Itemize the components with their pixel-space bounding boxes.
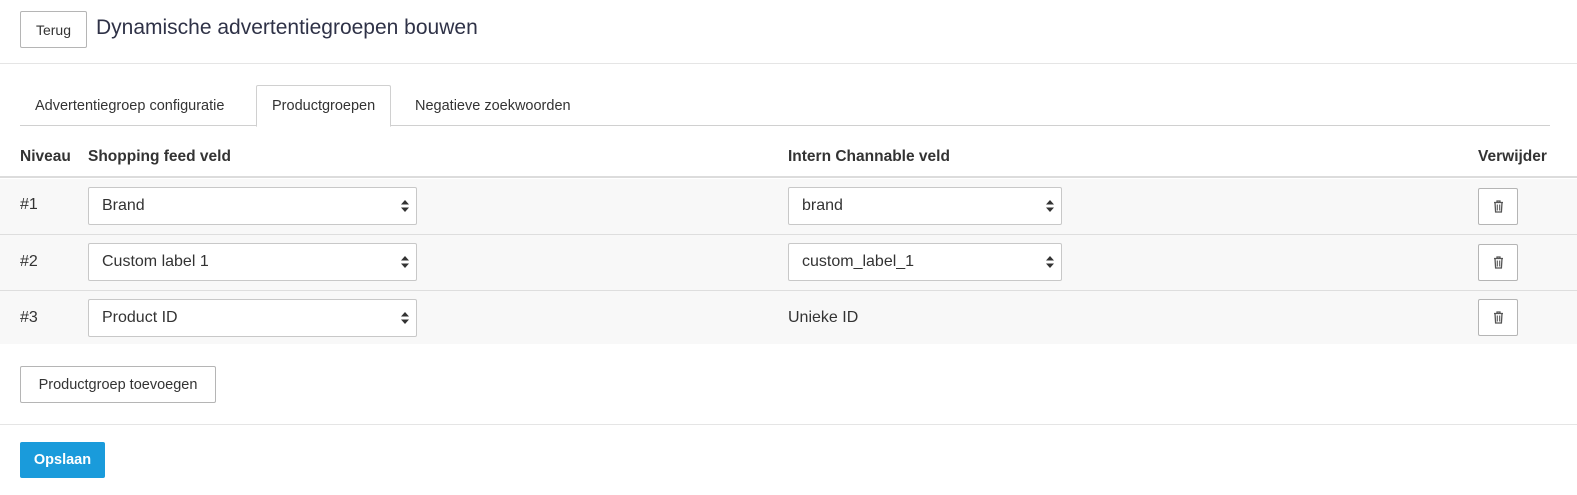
row-level: #3 <box>20 309 38 326</box>
sort-caret-icon <box>1046 256 1054 268</box>
save-button[interactable]: Opslaan <box>20 442 105 478</box>
feed-field-select[interactable]: Product ID <box>88 299 417 337</box>
feed-field-value: Product ID <box>102 309 178 326</box>
trash-icon <box>1493 200 1503 213</box>
internal-field-static: Unieke ID <box>788 309 859 326</box>
column-header-internal-field: Intern Channable veld <box>788 148 950 165</box>
footer-divider <box>0 424 1577 425</box>
page-title: Dynamische advertentiegroepen bouwen <box>96 16 478 39</box>
sort-caret-icon <box>401 200 409 212</box>
page-header: Terug Dynamische advertentiegroepen bouw… <box>0 0 1577 64</box>
table-row: #2 Custom label 1 custom_label_1 <box>0 235 1577 291</box>
delete-row-button[interactable] <box>1478 244 1518 281</box>
tab-productgroups[interactable]: Productgroepen <box>256 85 392 127</box>
tab-negative-keywords[interactable]: Negatieve zoekwoorden <box>400 85 586 126</box>
sort-caret-icon <box>1046 200 1054 212</box>
internal-field-value: custom_label_1 <box>802 253 915 270</box>
feed-field-select[interactable]: Brand <box>88 187 417 225</box>
trash-icon <box>1493 256 1503 269</box>
column-header-level: Niveau <box>20 148 71 165</box>
row-level: #1 <box>20 196 38 213</box>
table-row: #1 Brand brand <box>0 179 1577 235</box>
sort-caret-icon <box>401 256 409 268</box>
column-header-feed-field: Shopping feed veld <box>88 148 231 165</box>
row-level: #2 <box>20 253 38 270</box>
internal-field-select[interactable]: custom_label_1 <box>788 243 1062 281</box>
table-row: #3 Product ID Unieke ID <box>0 291 1577 344</box>
back-button[interactable]: Terug <box>20 11 87 48</box>
tab-bar: Advertentiegroep configuratie Productgro… <box>20 85 1550 127</box>
column-header-delete: Verwijder <box>1478 148 1547 165</box>
feed-field-value: Custom label 1 <box>102 253 209 270</box>
table-header: Niveau Shopping feed veld Intern Channab… <box>0 138 1577 178</box>
add-productgroup-button[interactable]: Productgroep toevoegen <box>20 366 216 403</box>
sort-caret-icon <box>401 312 409 324</box>
delete-row-button[interactable] <box>1478 299 1518 336</box>
feed-field-select[interactable]: Custom label 1 <box>88 243 417 281</box>
delete-row-button[interactable] <box>1478 188 1518 225</box>
internal-field-value: brand <box>802 197 843 214</box>
trash-icon <box>1493 311 1503 324</box>
internal-field-select[interactable]: brand <box>788 187 1062 225</box>
feed-field-value: Brand <box>102 197 145 214</box>
tab-adgroup-configuration[interactable]: Advertentiegroep configuratie <box>20 85 239 126</box>
